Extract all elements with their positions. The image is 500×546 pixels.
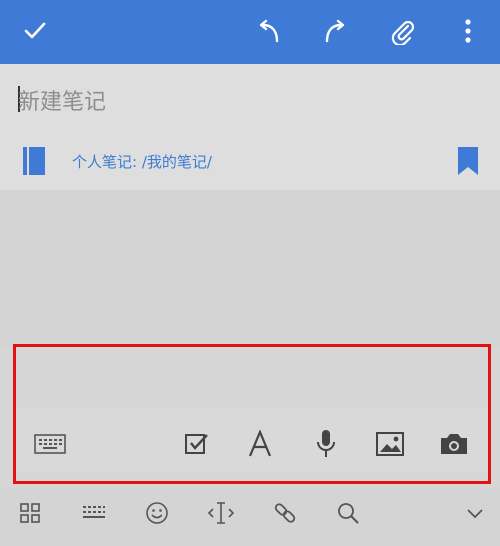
undo-icon[interactable] [244,6,294,56]
checkbox-icon[interactable] [176,424,216,464]
editor-bottom-bar [0,488,500,546]
bookmark-icon[interactable] [456,146,480,180]
grid-icon[interactable] [13,496,47,530]
redo-icon[interactable] [310,6,360,56]
notebook-icon [22,146,46,180]
check-icon[interactable] [10,6,60,56]
note-body-area[interactable] [0,190,500,348]
keyboard-small-icon[interactable] [77,496,111,530]
keyboard-icon[interactable] [30,424,70,464]
text-format-icon[interactable] [240,424,280,464]
more-vert-icon[interactable] [443,6,493,56]
notebook-path[interactable]: 个人笔记: /我的笔记/ [72,151,212,172]
image-icon[interactable] [370,424,410,464]
paperclip-icon[interactable] [378,6,428,56]
link-icon[interactable] [268,496,302,530]
search-icon[interactable] [331,496,365,530]
camera-icon[interactable] [434,424,474,464]
cursor-icon[interactable] [204,496,238,530]
note-title-input[interactable]: 新建笔记 [18,84,106,116]
chevron-down-icon[interactable] [458,496,492,530]
microphone-icon[interactable] [306,424,346,464]
emoji-icon[interactable] [140,496,174,530]
